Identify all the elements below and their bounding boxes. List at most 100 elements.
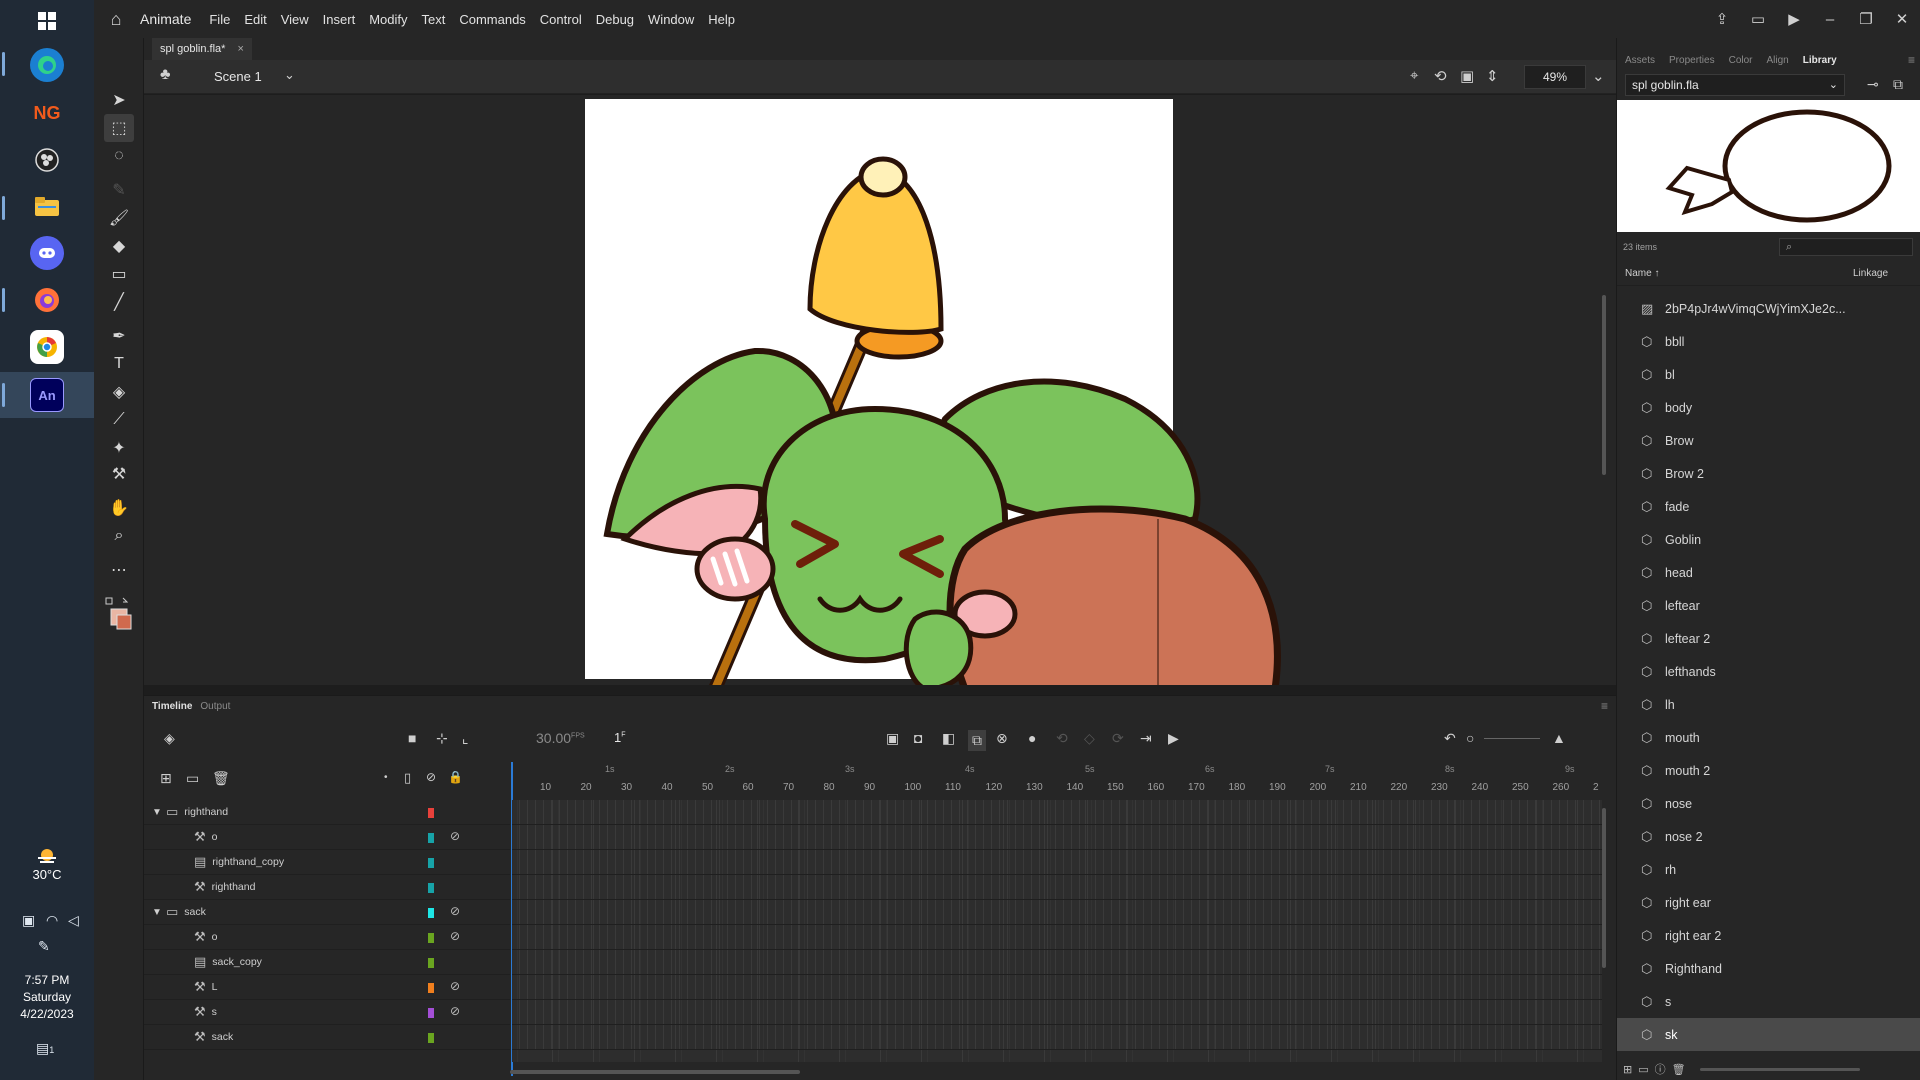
menu-view[interactable]: View: [281, 12, 309, 27]
folder-expand-chevron-icon[interactable]: ▼: [152, 807, 166, 818]
tab-color[interactable]: Color: [1729, 55, 1753, 66]
pin-library-icon[interactable]: ⊸: [1867, 76, 1879, 93]
hidden-eye-icon[interactable]: ⊘: [450, 929, 460, 943]
document-tab[interactable]: spl goblin.fla* ×: [152, 38, 252, 60]
meet-now-icon[interactable]: ▣: [22, 912, 35, 929]
frame-row[interactable]: [512, 875, 1602, 900]
hidden-eye-icon[interactable]: ⊘: [450, 904, 460, 918]
lock-toggle-icon[interactable]: 🔒: [448, 770, 463, 784]
bone-tool-icon[interactable]: ⚒: [104, 460, 134, 488]
pen-menu-icon[interactable]: ✎: [38, 938, 50, 955]
insert-blank-keyframe-icon[interactable]: ◘: [914, 730, 922, 746]
panel-menu-icon[interactable]: ≡: [1908, 53, 1915, 67]
shape-tween-icon[interactable]: ◇: [1084, 730, 1095, 747]
menu-insert[interactable]: Insert: [323, 12, 356, 27]
minimize-button[interactable]: –: [1812, 11, 1848, 28]
center-stage-icon[interactable]: ⇕: [1486, 67, 1499, 85]
create-tween-icon[interactable]: ●: [1028, 730, 1036, 746]
volume-muted-icon[interactable]: ◁: [68, 912, 79, 929]
current-frame[interactable]: 1F: [614, 730, 626, 745]
rotate-stage-icon[interactable]: ⟲: [1434, 67, 1447, 85]
library-item[interactable]: ⬡ right ear 2: [1617, 919, 1920, 952]
library-item[interactable]: ⬡ fade: [1617, 490, 1920, 523]
stage-area[interactable]: [144, 95, 1616, 685]
insert-keyframe-icon[interactable]: ▣: [886, 730, 899, 747]
new-layer-icon[interactable]: ⊞: [160, 770, 172, 787]
menu-modify[interactable]: Modify: [369, 12, 407, 27]
library-item[interactable]: ⬡ Brow 2: [1617, 457, 1920, 490]
notification-center-icon[interactable]: ▤1: [36, 1040, 54, 1057]
layer-color-chip[interactable]: [428, 933, 434, 943]
test-movie-icon[interactable]: ▶: [1776, 10, 1812, 28]
library-item[interactable]: ⬡ head: [1617, 556, 1920, 589]
play-icon[interactable]: ▶: [1168, 730, 1179, 747]
timeline-zoom-slider[interactable]: [1484, 738, 1540, 739]
library-horizontal-scrollbar[interactable]: [1699, 1067, 1860, 1071]
layer-row[interactable]: ⚒ L ⊘: [144, 975, 510, 1000]
new-folder-icon[interactable]: ▭: [186, 770, 199, 787]
file-explorer-icon[interactable]: [30, 190, 64, 224]
layer-row[interactable]: ⚒ o ⊘: [144, 925, 510, 950]
library-item[interactable]: ⬡ body: [1617, 391, 1920, 424]
brush-tool-icon[interactable]: 🖌: [104, 204, 134, 232]
edit-multiple-frames-icon[interactable]: ⊗: [996, 730, 1008, 747]
menu-file[interactable]: File: [209, 12, 230, 27]
show-graph-icon[interactable]: ⌞: [462, 730, 469, 747]
frame-row[interactable]: [512, 1000, 1602, 1025]
library-item[interactable]: ⬡ Righthand: [1617, 952, 1920, 985]
chevron-down-icon[interactable]: ⌄: [284, 67, 295, 83]
panel-menu-icon[interactable]: ≡: [1601, 699, 1608, 713]
library-item[interactable]: ⬡ leftear 2: [1617, 622, 1920, 655]
layer-row[interactable]: ▤ righthand_copy: [144, 850, 510, 875]
firefox-icon[interactable]: [30, 283, 64, 317]
menu-debug[interactable]: Debug: [596, 12, 634, 27]
frame-row[interactable]: [512, 950, 1602, 975]
paint-bucket-tool-icon[interactable]: ◈: [104, 378, 134, 406]
library-item[interactable]: ⬡ Brow: [1617, 424, 1920, 457]
properties-icon[interactable]: ⓘ: [1655, 1061, 1666, 1077]
library-item[interactable]: ⬡ bbll: [1617, 325, 1920, 358]
timeline-horizontal-scrollbar[interactable]: [510, 1070, 800, 1074]
menu-text[interactable]: Text: [421, 12, 445, 27]
onion-skin-icon[interactable]: ⧉: [968, 730, 986, 751]
menu-window[interactable]: Window: [648, 12, 694, 27]
tab-properties[interactable]: Properties: [1669, 55, 1715, 66]
weather-widget[interactable]: 30°C: [0, 846, 94, 882]
tab-timeline[interactable]: Timeline: [152, 701, 192, 712]
layer-folder-row[interactable]: ▼ ▭ righthand: [144, 800, 510, 825]
zoom-mountain-icon[interactable]: ▲: [1552, 730, 1566, 746]
library-item[interactable]: ⬡ lh: [1617, 688, 1920, 721]
edit-scene-icon[interactable]: ♣: [160, 66, 171, 84]
tab-output[interactable]: Output: [200, 701, 230, 712]
layer-color-chip[interactable]: [428, 858, 434, 868]
frame-row[interactable]: [512, 800, 1602, 825]
layer-color-chip[interactable]: [428, 833, 434, 843]
snap-icon[interactable]: ⌖: [1410, 67, 1418, 84]
library-item[interactable]: ⬡ nose 2: [1617, 820, 1920, 853]
obs-icon[interactable]: [30, 143, 64, 177]
frame-row[interactable]: [512, 825, 1602, 850]
layer-color-chip[interactable]: [428, 808, 434, 818]
layer-parenting-icon[interactable]: ⊹: [436, 730, 448, 747]
new-folder-icon[interactable]: ▭: [1638, 1063, 1648, 1076]
library-item[interactable]: ⬡ right ear: [1617, 886, 1920, 919]
layer-folder-row[interactable]: ▼ ▭ sack ⊘: [144, 900, 510, 925]
column-linkage[interactable]: Linkage: [1853, 268, 1888, 279]
new-symbol-icon[interactable]: ⊞: [1623, 1063, 1632, 1076]
timeline-ruler[interactable]: 10 20 30 40 50 60 70 80 90 100 110 120 130 140 150 160 1…: [512, 762, 1616, 798]
discord-icon[interactable]: [30, 236, 64, 270]
layer-row[interactable]: ⚒ s ⊘: [144, 1000, 510, 1025]
rectangle-tool-icon[interactable]: ▭: [104, 260, 134, 288]
restore-button[interactable]: ❐: [1848, 10, 1884, 28]
asset-warp-tool-icon[interactable]: ✦: [104, 434, 134, 462]
frame-row[interactable]: [512, 925, 1602, 950]
hand-tool-icon[interactable]: ✋: [104, 494, 134, 522]
new-library-panel-icon[interactable]: ⧉: [1893, 76, 1903, 93]
close-button[interactable]: ✕: [1884, 10, 1920, 28]
clip-content-icon[interactable]: ▣: [1460, 67, 1474, 85]
home-icon[interactable]: ⌂: [98, 9, 134, 30]
selection-tool-icon[interactable]: ➤: [104, 86, 134, 114]
visibility-toggle-icon[interactable]: ⊘: [426, 770, 436, 784]
menu-help[interactable]: Help: [708, 12, 735, 27]
menu-commands[interactable]: Commands: [459, 12, 525, 27]
